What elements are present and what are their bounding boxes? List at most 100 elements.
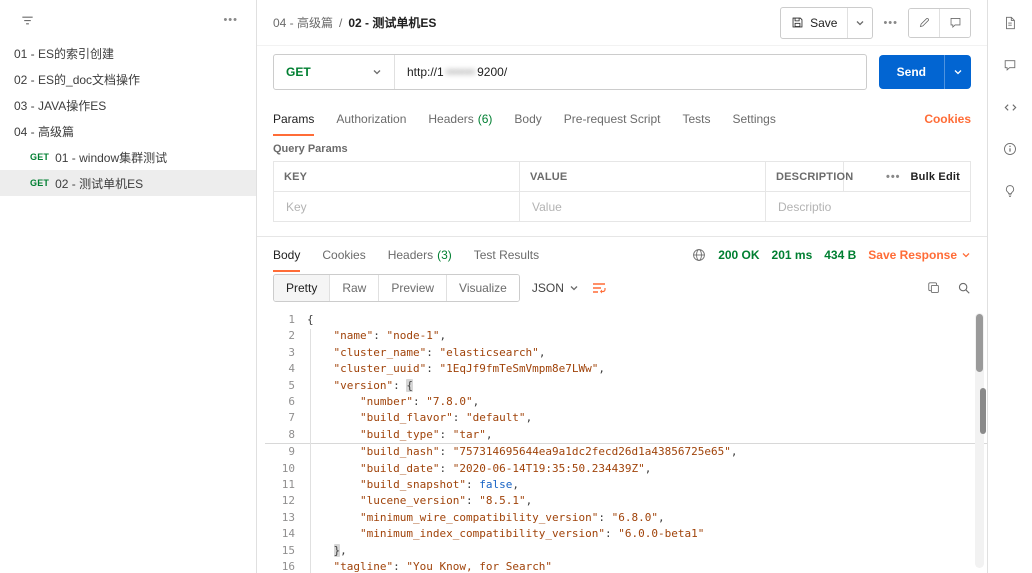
tab-params[interactable]: Params <box>273 102 314 136</box>
breadcrumb-folder[interactable]: 04 - 高级篇 <box>273 14 333 31</box>
copy-icon[interactable] <box>927 281 941 295</box>
table-header-row: KEY VALUE DESCRIPTION ••• Bulk Edit <box>274 162 970 191</box>
value-column-header: VALUE <box>520 162 766 191</box>
params-menu-icon[interactable]: ••• <box>886 171 901 183</box>
send-options-caret[interactable] <box>944 55 971 89</box>
sidebar-menu-icon[interactable]: ••• <box>223 14 238 26</box>
view-visualize[interactable]: Visualize <box>446 275 519 301</box>
key-input[interactable] <box>284 199 509 215</box>
code-lines: 1{2 "name": "node-1",3 "cluster_name": "… <box>265 312 987 573</box>
bulk-edit-button[interactable]: Bulk Edit <box>911 171 960 183</box>
request-url-row: GET http://1 ••••••• 9200/ Send <box>257 46 987 102</box>
folder-label: 04 - 高级篇 <box>14 123 74 140</box>
pane-scrollbar-thumb[interactable] <box>980 388 986 434</box>
code-line: 11 "build_snapshot": false, <box>265 477 987 493</box>
code-line: 9 "build_hash": "757314695644ea9a1dc2fec… <box>265 444 987 460</box>
view-pretty[interactable]: Pretty <box>274 275 329 301</box>
scrollbar-thumb[interactable] <box>976 314 983 372</box>
response-tab-body[interactable]: Body <box>273 237 300 272</box>
network-globe-icon[interactable] <box>692 248 706 262</box>
breadcrumb-row: 04 - 高级篇 / 02 - 测试单机ES Save ••• <box>257 0 987 46</box>
headers-count: (6) <box>478 112 493 126</box>
tab-pre-request-script[interactable]: Pre-request Script <box>564 102 661 136</box>
indent-guide <box>310 329 311 573</box>
folder-label: 02 - ES的_doc文档操作 <box>14 71 140 88</box>
send-button[interactable]: Send <box>879 55 971 89</box>
search-icon[interactable] <box>957 281 971 295</box>
code-line: 16 "tagline": "You Know, for Search" <box>265 559 987 573</box>
method-dropdown[interactable]: GET <box>274 55 395 89</box>
sidebar-item-request-selected[interactable]: GET 02 - 测试单机ES <box>0 170 256 196</box>
response-tab-headers[interactable]: Headers(3) <box>388 237 452 272</box>
code-line: 13 "minimum_wire_compatibility_version":… <box>265 510 987 526</box>
lightbulb-icon[interactable] <box>1001 182 1019 200</box>
tab-body[interactable]: Body <box>514 102 541 136</box>
query-params-table: KEY VALUE DESCRIPTION ••• Bulk Edit <box>273 161 971 222</box>
status-code: 200 OK <box>718 248 759 262</box>
comment-icon[interactable] <box>939 9 970 37</box>
code-line: 2 "name": "node-1", <box>265 328 987 344</box>
info-icon[interactable] <box>1001 140 1019 158</box>
method-badge: GET <box>30 152 49 162</box>
save-options-caret[interactable] <box>847 8 872 38</box>
url-masked: ••••••• <box>446 65 475 79</box>
request-label: 02 - 测试单机ES <box>55 175 143 192</box>
collections-sidebar: ••• 01 - ES的索引创建 02 - ES的_doc文档操作 03 - J… <box>0 0 257 573</box>
format-dropdown[interactable]: JSON <box>532 281 579 295</box>
response-tab-cookies[interactable]: Cookies <box>322 237 365 272</box>
sidebar-item-request[interactable]: GET 01 - window集群测试 <box>0 144 256 170</box>
edit-pencil-icon[interactable] <box>909 9 939 37</box>
tab-settings[interactable]: Settings <box>733 102 776 136</box>
url-input[interactable]: http://1 ••••••• 9200/ <box>395 55 866 89</box>
response-headers-count: (3) <box>437 248 452 262</box>
send-label: Send <box>879 55 944 89</box>
table-actions-cell: ••• Bulk Edit <box>844 162 970 191</box>
code-line: 12 "lucene_version": "8.5.1", <box>265 493 987 509</box>
tab-tests[interactable]: Tests <box>682 102 710 136</box>
view-preview[interactable]: Preview <box>378 275 446 301</box>
description-column-header: DESCRIPTION <box>766 162 844 191</box>
response-time: 201 ms <box>772 248 813 262</box>
request-pane: 04 - 高级篇 / 02 - 测试单机ES Save ••• <box>257 0 987 573</box>
sidebar-item-folder[interactable]: 04 - 高级篇 <box>0 118 256 144</box>
sidebar-item-folder[interactable]: 03 - JAVA操作ES <box>0 92 256 118</box>
method-value: GET <box>286 65 311 79</box>
sidebar-toolbar: ••• <box>0 0 256 40</box>
breadcrumb-current: 02 - 测试单机ES <box>348 14 436 31</box>
response-scrollbar[interactable] <box>975 313 984 568</box>
response-meta: 200 OK 201 ms 434 B Save Response <box>692 248 971 262</box>
table-row <box>274 191 970 221</box>
edit-comment-group <box>908 8 971 38</box>
request-menu-icon[interactable]: ••• <box>883 17 898 29</box>
save-icon <box>791 16 804 29</box>
save-response-button[interactable]: Save Response <box>868 248 971 262</box>
word-wrap-icon[interactable] <box>591 280 607 296</box>
response-view-switcher: Pretty Raw Preview Visualize <box>273 274 520 302</box>
breadcrumb-separator: / <box>339 16 342 30</box>
code-line: 6 "number": "7.8.0", <box>265 394 987 410</box>
documentation-icon[interactable] <box>1001 14 1019 32</box>
response-body-viewer[interactable]: 1{2 "name": "node-1",3 "cluster_name": "… <box>257 310 987 573</box>
filter-icon[interactable] <box>18 11 36 29</box>
save-button[interactable]: Save <box>780 7 873 39</box>
code-line: 10 "build_date": "2020-06-14T19:35:50.23… <box>265 461 987 477</box>
sidebar-item-folder[interactable]: 02 - ES的_doc文档操作 <box>0 66 256 92</box>
tab-headers[interactable]: Headers(6) <box>428 102 492 136</box>
value-input[interactable] <box>530 199 755 215</box>
sidebar-item-folder[interactable]: 01 - ES的索引创建 <box>0 40 256 66</box>
response-tab-test-results[interactable]: Test Results <box>474 237 539 272</box>
postman-app: ••• 01 - ES的索引创建 02 - ES的_doc文档操作 03 - J… <box>0 0 1032 573</box>
code-snippet-icon[interactable] <box>1001 98 1019 116</box>
response-size: 434 B <box>824 248 856 262</box>
response-tabs: Body Cookies Headers(3) Test Results 200… <box>257 237 987 272</box>
comments-icon[interactable] <box>1001 56 1019 74</box>
response-pane: Body Cookies Headers(3) Test Results 200… <box>257 236 987 573</box>
folder-label: 01 - ES的索引创建 <box>14 45 114 62</box>
code-line: 14 "minimum_index_compatibility_version"… <box>265 526 987 542</box>
tab-authorization[interactable]: Authorization <box>336 102 406 136</box>
cookies-link[interactable]: Cookies <box>924 112 971 126</box>
description-input[interactable] <box>776 199 834 215</box>
context-rail <box>987 0 1032 573</box>
view-raw[interactable]: Raw <box>329 275 378 301</box>
code-line: 1{ <box>265 312 987 328</box>
